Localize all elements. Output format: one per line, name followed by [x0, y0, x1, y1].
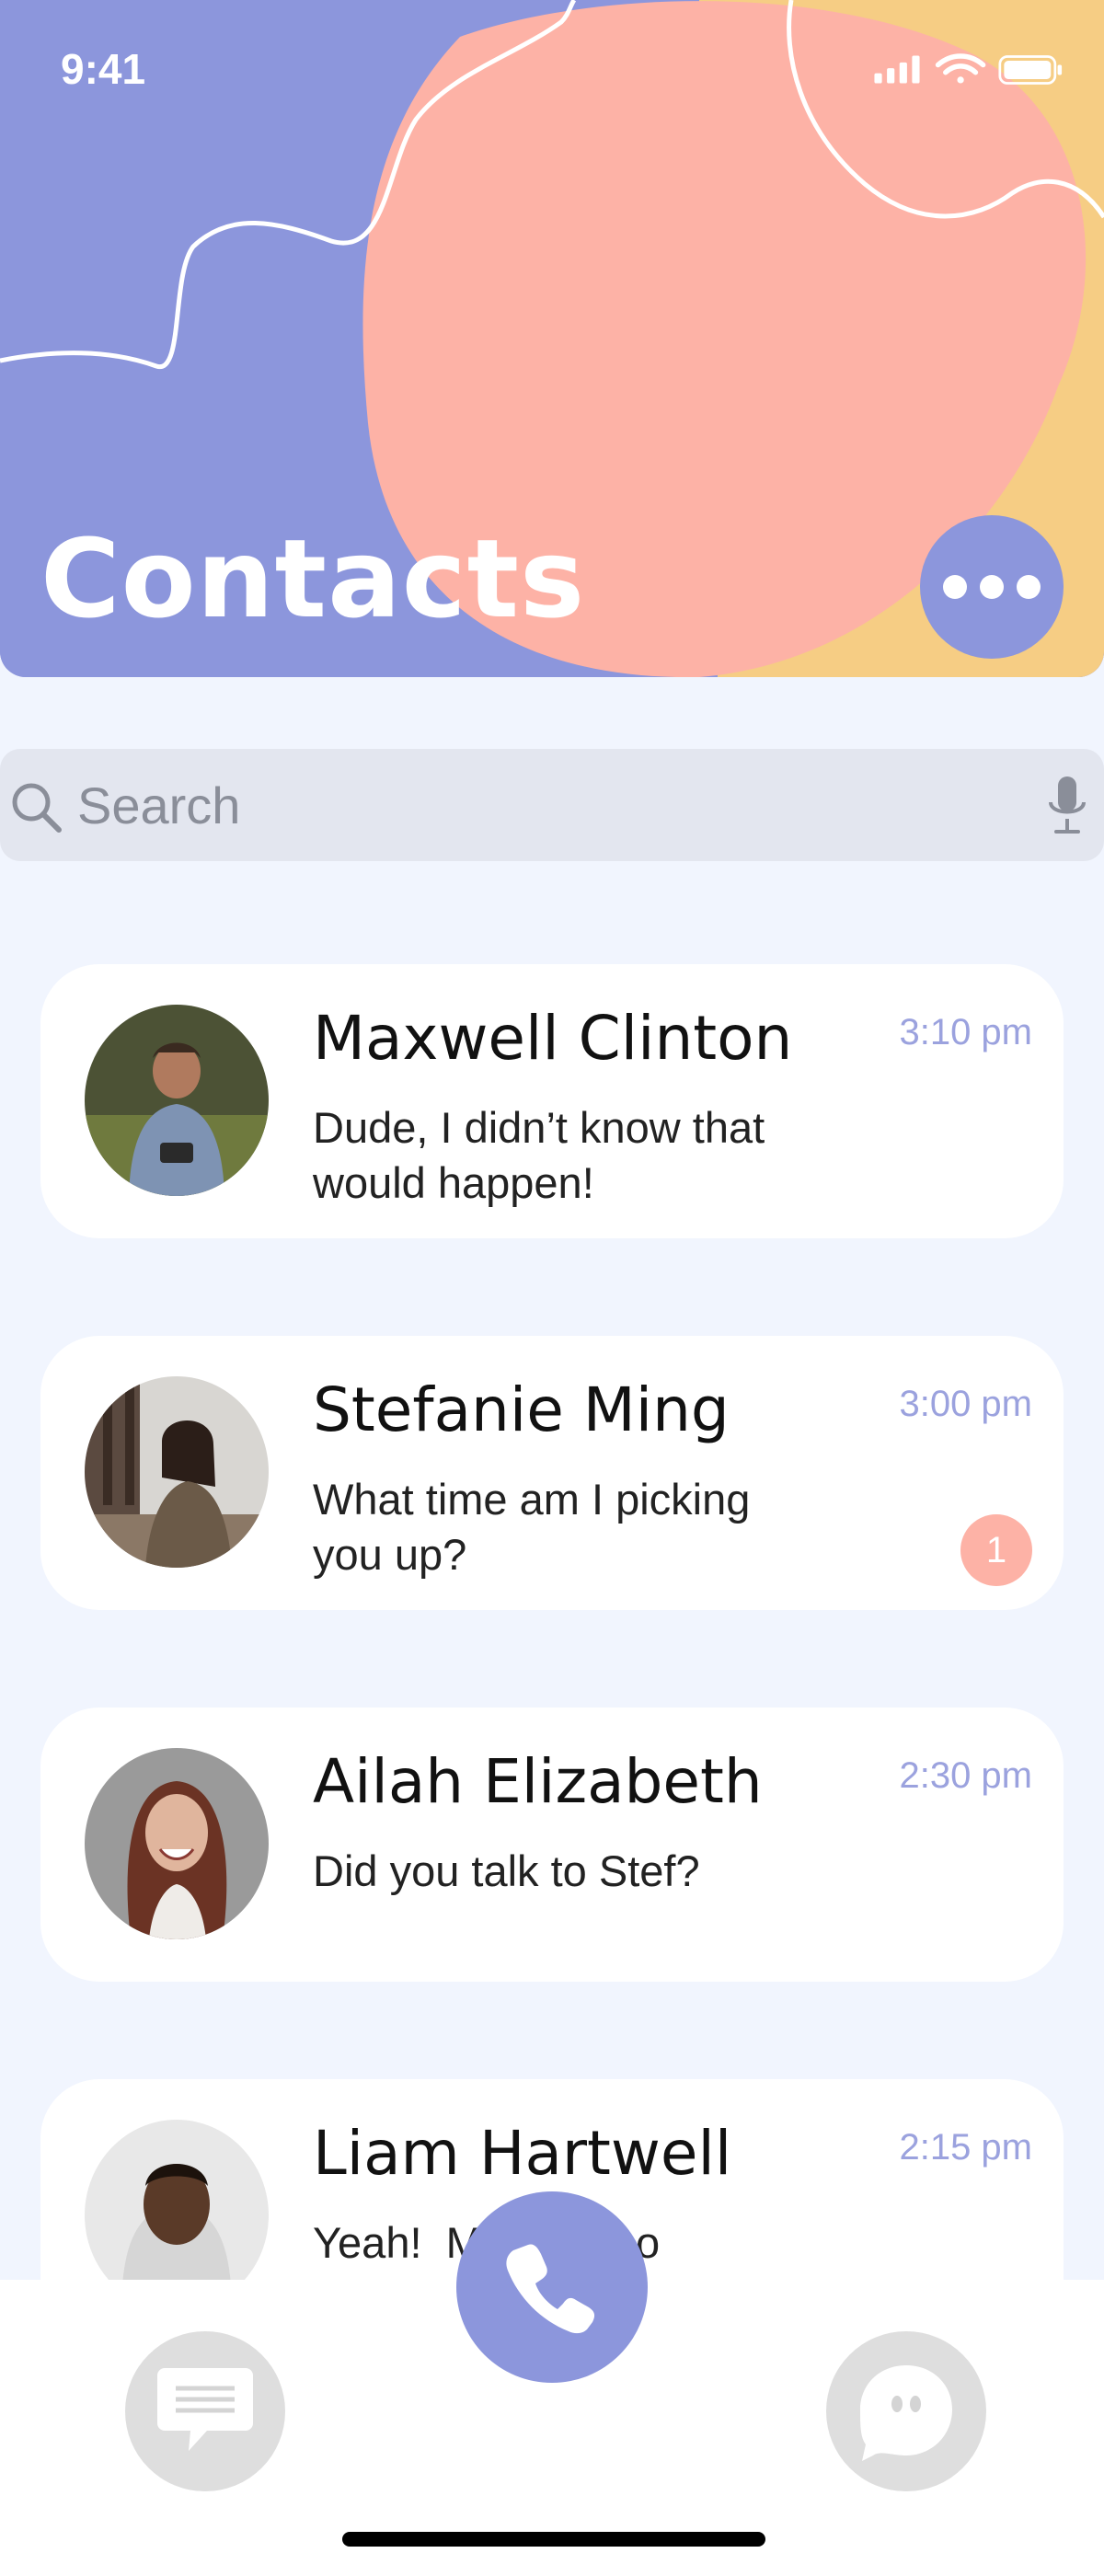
contact-message: Did you talk to Stef?: [313, 1846, 700, 1895]
avatar: [85, 1376, 269, 1568]
contact-card[interactable]: Stefanie Ming What time am I picking you…: [40, 1336, 1064, 1610]
contact-card[interactable]: Maxwell Clinton Dude, I didn’t know that…: [40, 964, 1064, 1238]
message-time: 3:00 pm: [899, 1384, 1032, 1424]
unread-badge: 1: [960, 1514, 1032, 1586]
avatar: [85, 2120, 269, 2280]
contact-card[interactable]: Ailah Elizabeth Did you talk to Stef? 2:…: [40, 1708, 1064, 1982]
contact-name: Liam Hartwell: [313, 2118, 732, 2189]
phone-icon: [506, 2244, 595, 2334]
message-time: 3:10 pm: [899, 1012, 1032, 1052]
call-button[interactable]: [456, 2191, 648, 2383]
home-indicator: [342, 2532, 765, 2547]
message-bubble-icon: [157, 2368, 253, 2451]
tab-messages[interactable]: [125, 2331, 285, 2491]
contact-name: Ailah Elizabeth: [313, 1746, 763, 1817]
tab-chat[interactable]: [826, 2331, 986, 2491]
contact-name: Maxwell Clinton: [313, 1003, 793, 1074]
avatar: [85, 1748, 269, 1939]
contact-message: Dude, I didn’t know that would happen!: [313, 1103, 765, 1207]
contacts-list: Maxwell Clinton Dude, I didn’t know that…: [0, 0, 1104, 2280]
chat-bubble-icon: [860, 2365, 952, 2461]
message-time: 2:15 pm: [899, 2127, 1032, 2168]
contact-message: What time am I picking you up?: [313, 1475, 751, 1579]
contact-name: Stefanie Ming: [313, 1374, 730, 1445]
avatar: [85, 1005, 269, 1196]
message-time: 2:30 pm: [899, 1755, 1032, 1796]
